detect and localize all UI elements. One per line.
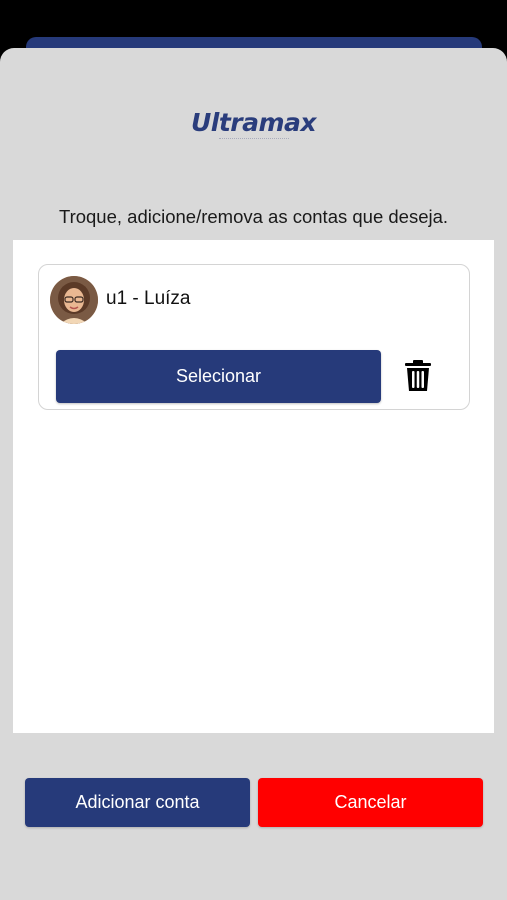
select-button-label: Selecionar bbox=[175, 366, 262, 386]
logo-text: Ultramax bbox=[190, 108, 317, 137]
avatar-photo-icon bbox=[50, 276, 98, 324]
accounts-panel: u1 - Luíza Selecionar bbox=[13, 240, 494, 733]
add-account-button[interactable]: Adicionar conta bbox=[25, 778, 250, 827]
cancel-label: Cancelar bbox=[334, 792, 407, 812]
account-name: u1 - Luíza bbox=[106, 288, 191, 309]
trash-icon[interactable] bbox=[404, 360, 432, 392]
ultramax-logo: Ultramax bbox=[0, 108, 507, 141]
user-avatar bbox=[50, 276, 98, 324]
select-account-button[interactable]: Selecionar bbox=[56, 350, 381, 403]
cancel-button[interactable]: Cancelar bbox=[258, 778, 483, 827]
account-switcher-sheet: Ultramax Troque, adicione/remova as cont… bbox=[0, 48, 507, 900]
logo-underline bbox=[218, 138, 289, 141]
instruction-text: Troque, adicione/remova as contas que de… bbox=[58, 206, 449, 227]
add-account-label: Adicionar conta bbox=[75, 792, 200, 812]
account-card: u1 - Luíza Selecionar bbox=[38, 264, 470, 410]
